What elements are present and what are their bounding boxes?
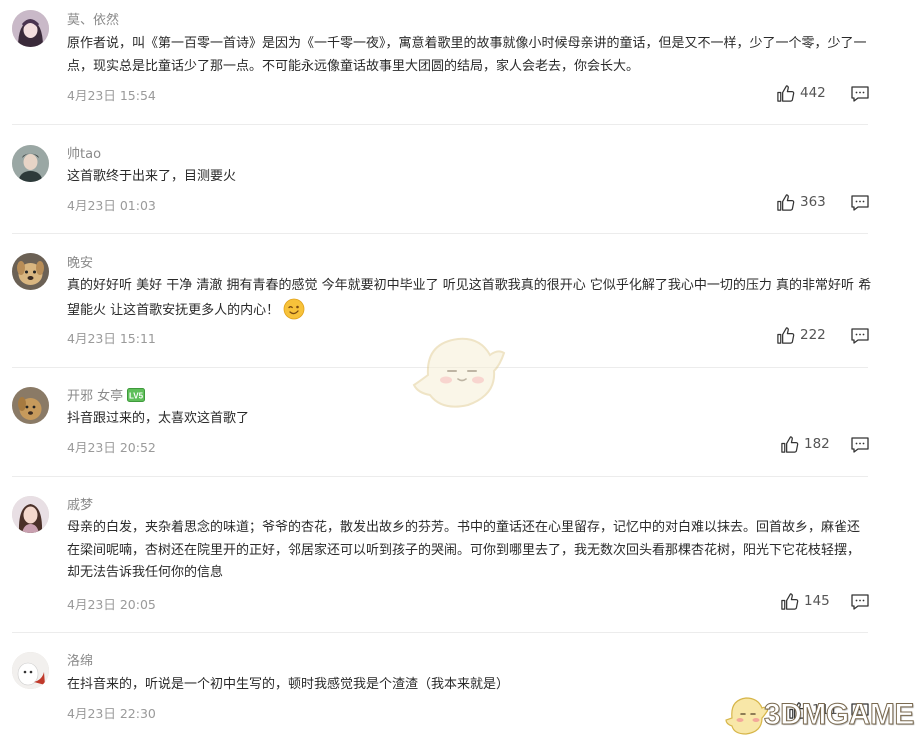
username[interactable]: 晚安 [67, 252, 93, 271]
comment-text-content: 真的好好听 美好 干净 清澈 拥有青春的感觉 今年就要初中毕业了 听见这首歌我真… [67, 278, 872, 318]
badge-text: LV5 [129, 392, 144, 401]
like-button[interactable]: 222 [776, 325, 826, 345]
divider [12, 124, 868, 125]
like-count: 222 [800, 327, 826, 343]
username[interactable]: 戚梦 [67, 494, 93, 513]
wink-emoji-icon [283, 298, 305, 319]
comment-text: 母亲的白发，夹杂着思念的味道；爷爷的杏花，散发出故乡的芬芳。书中的童话还在心里留… [67, 520, 861, 580]
comment-icon [851, 328, 869, 344]
reply-button[interactable] [850, 435, 870, 455]
timestamp: 4月23日 15:11 [67, 331, 156, 346]
reply-button[interactable] [850, 193, 870, 213]
like-button[interactable]: 442 [776, 83, 826, 103]
comment-text: 真的好好听 美好 干净 清澈 拥有青春的感觉 今年就要初中毕业了 听见这首歌我真… [67, 275, 872, 322]
timestamp: 4月23日 20:52 [67, 440, 156, 455]
reply-button[interactable] [850, 326, 870, 346]
timestamp: 4月23日 01:03 [67, 198, 156, 213]
like-button[interactable]: 182 [780, 434, 830, 454]
comment-icon [851, 195, 869, 211]
divider [12, 476, 868, 477]
reply-button[interactable] [850, 84, 870, 104]
timestamp: 4月23日 22:30 [67, 706, 156, 721]
level-badge: LV5 [127, 388, 146, 402]
comment-icon [851, 594, 869, 610]
mascot-watermark-icon [412, 337, 506, 408]
avatar[interactable] [12, 253, 49, 290]
like-count: 442 [800, 85, 826, 101]
divider [12, 632, 868, 633]
avatar[interactable] [12, 10, 49, 47]
mascot-logo-icon [725, 697, 768, 735]
comment-icon [851, 86, 869, 102]
reply-button[interactable] [850, 592, 870, 612]
avatar[interactable] [12, 652, 49, 689]
username-text: 开邪 女亭 [67, 389, 124, 404]
like-count: 182 [804, 436, 830, 452]
timestamp: 4月23日 20:05 [67, 597, 156, 612]
timestamp: 4月23日 15:54 [67, 88, 156, 103]
username[interactable]: 洛绵 [67, 650, 93, 669]
comment-text: 这首歌终于出来了，目测要火 [67, 169, 237, 184]
comment-icon [851, 437, 869, 453]
avatar[interactable] [12, 496, 49, 533]
thumbs-up-icon [777, 326, 795, 344]
thumbs-up-icon [781, 592, 799, 610]
thumbs-up-icon [777, 193, 795, 211]
username[interactable]: 帅tao [67, 143, 101, 162]
site-watermark: 3DMGAME [724, 690, 919, 740]
thumbs-up-icon [781, 435, 799, 453]
like-count: 145 [804, 593, 830, 609]
username[interactable]: 开邪 女亭 LV5 [67, 385, 146, 404]
avatar[interactable] [12, 145, 49, 182]
like-button[interactable]: 145 [780, 591, 830, 611]
avatar[interactable] [12, 387, 49, 424]
thumbs-up-icon [777, 84, 795, 102]
like-button[interactable]: 363 [776, 192, 826, 212]
comment-text: 原作者说，叫《第一百零一首诗》是因为《一千零一夜》，寓意着歌里的故事就像小时候母… [67, 36, 867, 74]
like-count: 363 [800, 194, 826, 210]
username[interactable]: 莫、依然 [67, 9, 119, 28]
divider [12, 233, 868, 234]
watermark-text: 3DMGAME [764, 698, 915, 732]
